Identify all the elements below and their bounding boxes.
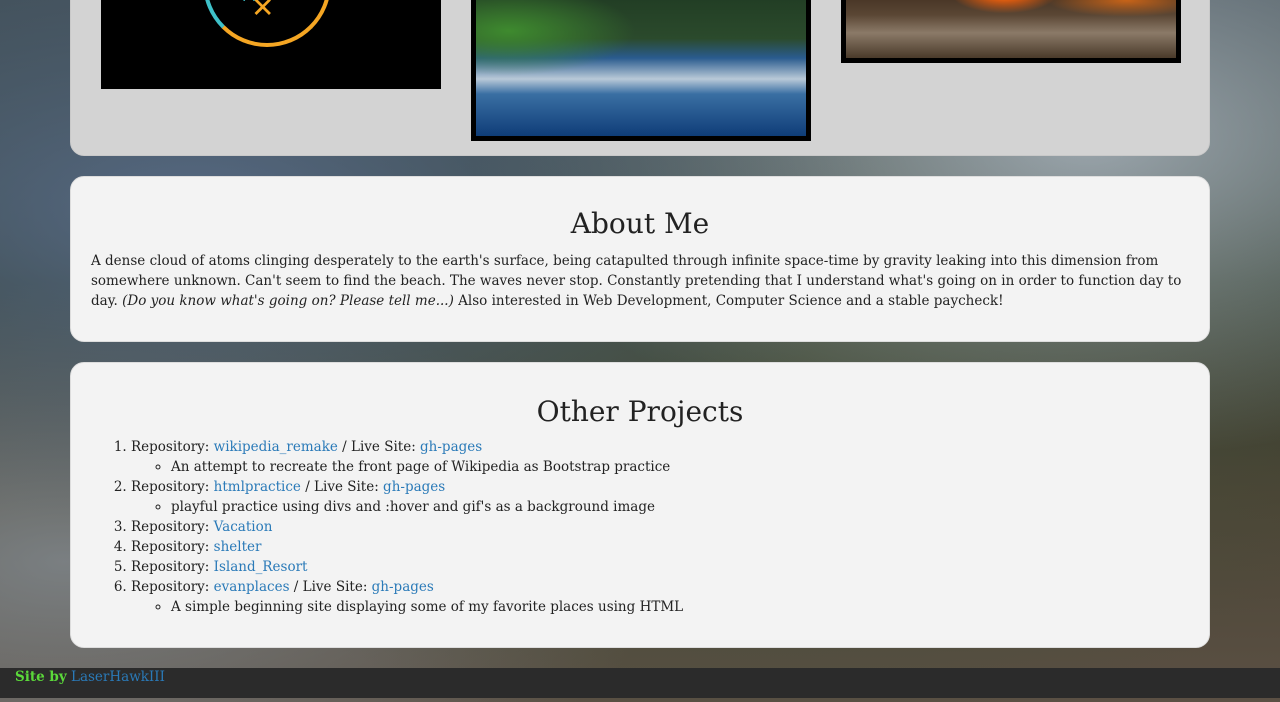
lake-thumbnail[interactable] — [471, 0, 811, 141]
repo-label: Repository: — [131, 579, 214, 595]
repo-label: Repository: — [131, 439, 214, 455]
project-item: Repository: evanplaces / Live Site: gh-p… — [131, 577, 683, 617]
live-label: / Live Site: — [337, 439, 421, 455]
campfire-thumbnail[interactable] — [841, 0, 1181, 63]
repo-link[interactable]: Vacation — [214, 519, 273, 535]
project-item: Repository: wikipedia_remake / Live Site… — [131, 437, 683, 477]
live-label: / Live Site: — [300, 479, 384, 495]
project-item: Repository: shelter — [131, 537, 683, 557]
repo-link[interactable]: wikipedia_remake — [214, 439, 338, 455]
repo-label: Repository: — [131, 479, 214, 495]
projects-title: Other Projects — [536, 395, 744, 428]
repo-link[interactable]: htmlpractice — [214, 479, 301, 495]
project-item: Repository: Island_Resort — [131, 557, 683, 577]
projects-panel: Other Projects Repository: wikipedia_rem… — [70, 362, 1210, 648]
about-title: About Me — [570, 207, 710, 240]
repo-label: Repository: — [131, 559, 214, 575]
gallery-panel: ⚔ ✕ — [70, 0, 1210, 156]
live-site-link[interactable]: gh-pages — [420, 439, 482, 455]
projects-list: Repository: wikipedia_remake / Live Site… — [91, 437, 683, 617]
live-label: / Live Site: — [289, 579, 372, 595]
project-description: An attempt to recreate the front page of… — [171, 457, 683, 477]
project-description: A simple beginning site displaying some … — [171, 597, 683, 617]
repo-label: Repository: — [131, 539, 214, 555]
repo-link[interactable]: shelter — [214, 539, 262, 555]
repo-link[interactable]: evanplaces — [214, 579, 290, 595]
star-icon: ✕ — [251, 0, 275, 24]
logo-thumbnail[interactable]: ⚔ ✕ — [101, 0, 441, 89]
about-text: A dense cloud of atoms clinging desperat… — [91, 251, 1189, 311]
live-site-link[interactable]: gh-pages — [383, 479, 445, 495]
author-link[interactable]: LaserHawkIII — [71, 669, 165, 685]
about-text-part2: Also interested in Web Development, Comp… — [453, 293, 1004, 309]
project-item: Repository: htmlpractice / Live Site: gh… — [131, 477, 683, 517]
footer: Site by LaserHawkIII — [0, 668, 1280, 698]
about-text-italic: (Do you know what's going on? Please tel… — [122, 293, 454, 309]
repo-link[interactable]: Island_Resort — [214, 559, 308, 575]
repo-label: Repository: — [131, 519, 214, 535]
site-by-label: Site by — [15, 669, 67, 685]
project-description: playful practice using divs and :hover a… — [171, 497, 683, 517]
live-site-link[interactable]: gh-pages — [372, 579, 434, 595]
about-panel: About Me A dense cloud of atoms clinging… — [70, 176, 1210, 342]
project-item: Repository: Vacation — [131, 517, 683, 537]
